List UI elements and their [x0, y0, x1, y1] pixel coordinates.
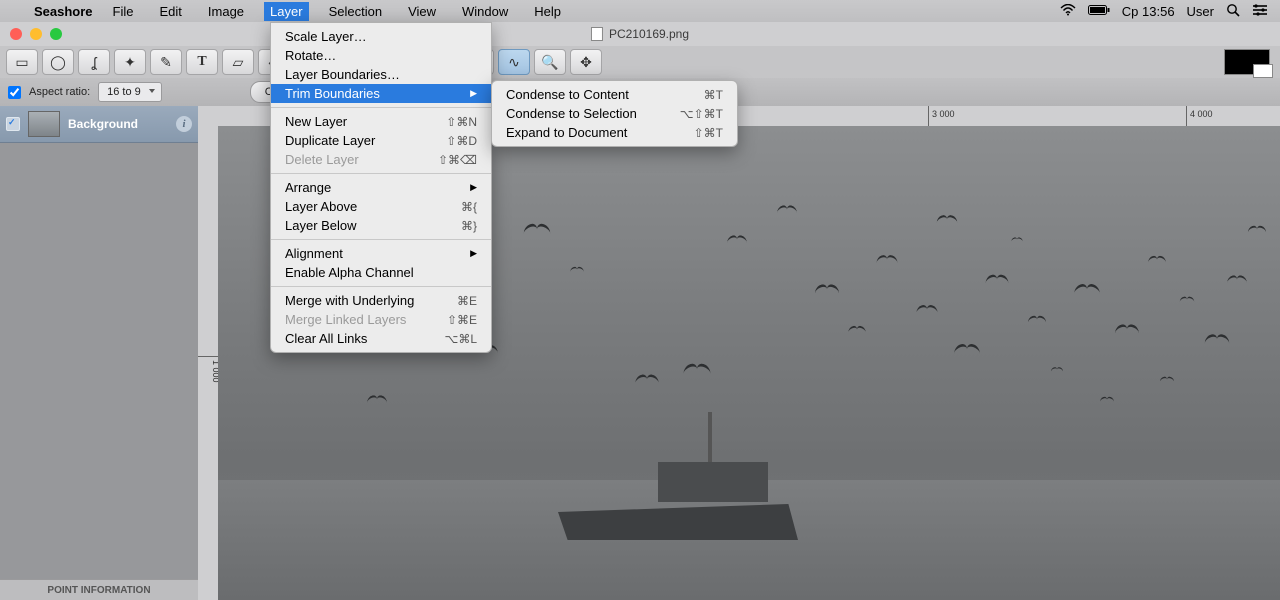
layer-thumbnail	[28, 111, 60, 137]
menu-item-merge-linked-layers: Merge Linked Layers⇧⌘E	[271, 310, 491, 329]
document-icon	[591, 27, 603, 41]
vertical-ruler: 1 000	[198, 126, 219, 600]
menu-item-delete-layer: Delete Layer⇧⌘⌫	[271, 150, 491, 169]
close-window-button[interactable]	[10, 28, 22, 40]
tool-smudge[interactable]: ∿	[498, 49, 530, 75]
traffic-lights	[10, 28, 62, 40]
menu-file[interactable]: File	[107, 2, 140, 21]
layer-info-button[interactable]: i	[176, 116, 192, 132]
menu-item-layer-below[interactable]: Layer Below⌘}	[271, 216, 491, 235]
image-content	[558, 430, 798, 540]
tool-zoom[interactable]: 🔍	[534, 49, 566, 75]
app-name[interactable]: Seashore	[34, 4, 93, 19]
menu-item-merge-with-underlying[interactable]: Merge with Underlying⌘E	[271, 291, 491, 310]
menu-item-arrange[interactable]: Arrange▶	[271, 178, 491, 197]
zoom-window-button[interactable]	[50, 28, 62, 40]
window-titlebar: PC210169.png	[0, 22, 1280, 46]
menu-window[interactable]: Window	[456, 2, 514, 21]
menu-selection[interactable]: Selection	[323, 2, 388, 21]
tool-move[interactable]: ✥	[570, 49, 602, 75]
battery-icon[interactable]	[1088, 4, 1110, 19]
aspect-ratio-select[interactable]: 16 to 9	[98, 82, 162, 102]
menu-item-new-layer[interactable]: New Layer⇧⌘N	[271, 112, 491, 131]
menu-item-enable-alpha-channel[interactable]: Enable Alpha Channel	[271, 263, 491, 282]
status-area: Ср 13:56 User	[1060, 3, 1268, 20]
menu-item-duplicate-layer[interactable]: Duplicate Layer⇧⌘D	[271, 131, 491, 150]
tool-text[interactable]: T	[186, 49, 218, 75]
window-title: PC210169.png	[591, 27, 689, 41]
point-information-header: POINT INFORMATION	[0, 579, 198, 600]
color-well[interactable]	[1224, 49, 1270, 75]
minimize-window-button[interactable]	[30, 28, 42, 40]
layer-row[interactable]: Background i	[0, 106, 198, 143]
menu-layer[interactable]: Layer	[264, 2, 309, 21]
submenu-item-condense-to-content[interactable]: Condense to Content⌘T	[492, 85, 737, 104]
clock[interactable]: Ср 13:56	[1122, 4, 1175, 19]
tool-ellipse-select[interactable]: ◯	[42, 49, 74, 75]
ruler-origin	[198, 106, 219, 127]
tool-eraser[interactable]: ▱	[222, 49, 254, 75]
window-title-text: PC210169.png	[609, 27, 689, 41]
tool-lasso[interactable]: ʆ	[78, 49, 110, 75]
tool-toolbar: ▭◯ʆ✦✎T▱◇▦➤✋⌗✐∿🔍✥	[0, 46, 1280, 79]
user-menu[interactable]: User	[1187, 4, 1214, 19]
submenu-item-condense-to-selection[interactable]: Condense to Selection⌥⇧⌘T	[492, 104, 737, 123]
menu-item-rotate[interactable]: Rotate…	[271, 46, 491, 65]
menu-item-trim-boundaries[interactable]: Trim Boundaries▶	[271, 84, 491, 103]
menubar: Seashore File Edit Image Layer Selection View…	[0, 0, 1280, 22]
spotlight-icon[interactable]	[1226, 3, 1240, 20]
aspect-ratio-label: Aspect ratio:	[29, 86, 90, 98]
menu-item-layer-boundaries[interactable]: Layer Boundaries…	[271, 65, 491, 84]
layer-menu-dropdown: Scale Layer…Rotate…Layer Boundaries…Trim…	[270, 22, 492, 353]
wifi-icon[interactable]	[1060, 4, 1076, 19]
aspect-ratio-checkbox[interactable]	[8, 86, 21, 99]
menu-item-scale-layer[interactable]: Scale Layer…	[271, 27, 491, 46]
layer-name: Background	[68, 117, 138, 131]
menu-item-layer-above[interactable]: Layer Above⌘{	[271, 197, 491, 216]
control-center-icon[interactable]	[1252, 4, 1268, 19]
submenu-item-expand-to-document[interactable]: Expand to Document⇧⌘T	[492, 123, 737, 142]
menu-edit[interactable]: Edit	[154, 2, 188, 21]
menu-view[interactable]: View	[402, 2, 442, 21]
menu-item-alignment[interactable]: Alignment▶	[271, 244, 491, 263]
trim-boundaries-submenu: Condense to Content⌘TCondense to Selecti…	[491, 80, 738, 147]
menu-help[interactable]: Help	[528, 2, 567, 21]
layers-panel: Background i POINT INFORMATION	[0, 106, 198, 600]
layer-visibility-toggle[interactable]	[6, 117, 20, 131]
tool-brush[interactable]: ✎	[150, 49, 182, 75]
menu-item-clear-all-links[interactable]: Clear All Links⌥⌘L	[271, 329, 491, 348]
tool-rect-select[interactable]: ▭	[6, 49, 38, 75]
menu-image[interactable]: Image	[202, 2, 250, 21]
tool-wand[interactable]: ✦	[114, 49, 146, 75]
